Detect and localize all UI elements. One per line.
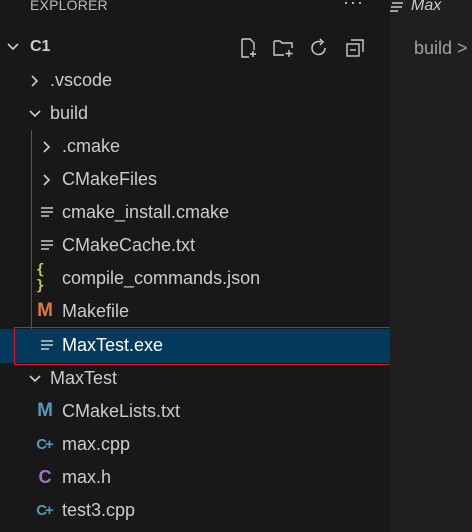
tree-item-cmakefiles[interactable]: CMakeFiles <box>0 163 390 196</box>
tree-item-vscode[interactable]: .vscode <box>0 64 390 97</box>
editor-area: Max build > <box>390 0 472 532</box>
text-file-icon <box>38 336 56 354</box>
tree-item-maxtest-exe[interactable]: MaxTest.exe <box>0 329 390 363</box>
chevron-right-icon[interactable] <box>28 74 42 93</box>
tree-item-cmake-folder[interactable]: .cmake <box>0 130 390 163</box>
chevron-right-icon[interactable] <box>40 173 54 192</box>
tree-item-maxtest-folder[interactable]: MaxTest <box>0 362 390 395</box>
tree-item-label: build <box>50 103 89 123</box>
tree-item-cmakelists[interactable]: M CMakeLists.txt <box>0 395 390 428</box>
tree-item-label: max.cpp <box>62 434 131 454</box>
tree-item-label: max.h <box>62 467 112 487</box>
cmake-m-icon: M <box>37 400 53 421</box>
tree-item-label: CMakeLists.txt <box>62 401 181 421</box>
makefile-icon: M <box>37 300 53 321</box>
explorer-title: EXPLORER <box>30 0 108 13</box>
folder-root-c1[interactable]: C1 <box>0 32 390 64</box>
tree-item-label: test3.cpp <box>62 500 136 520</box>
c-header-icon: C <box>38 466 52 487</box>
tree-item-label: CMakeCache.txt <box>62 235 196 255</box>
chevron-down-icon[interactable] <box>28 372 42 391</box>
tree-item-label: CMakeFiles <box>62 169 158 189</box>
tree-item-label: .cmake <box>62 136 121 156</box>
tree-item-makefile[interactable]: M Makefile <box>0 295 390 328</box>
tree-item-label: Makefile <box>62 301 130 321</box>
explorer-header: EXPLORER ··· <box>0 0 390 16</box>
new-folder-icon[interactable] <box>272 37 296 64</box>
refresh-icon[interactable] <box>308 37 330 64</box>
editor-tab-file-icon <box>390 1 404 16</box>
more-actions-icon[interactable]: ··· <box>343 0 364 13</box>
tree-item-cmakecache[interactable]: CMakeCache.txt <box>0 229 390 262</box>
tree-item-label: compile_commands.json <box>62 268 261 288</box>
root-folder-label: C1 <box>30 38 51 55</box>
tree-item-max-cpp[interactable]: C+ max.cpp <box>0 428 390 461</box>
tree-item-build[interactable]: build <box>0 97 390 130</box>
json-icon: { } <box>36 262 45 294</box>
editor-tab-title[interactable]: Max <box>411 0 441 15</box>
tree-item-label: MaxTest <box>50 368 118 388</box>
tree-item-max-h[interactable]: C max.h <box>0 461 390 494</box>
text-file-icon <box>38 236 56 254</box>
tree-item-compile-commands[interactable]: { } compile_commands.json <box>0 262 390 295</box>
tree-item-test3-cpp[interactable]: C+ test3.cpp <box>0 494 390 527</box>
tree-item-label: .vscode <box>50 70 113 90</box>
chevron-down-icon[interactable] <box>6 40 20 59</box>
chevron-right-icon[interactable] <box>40 140 54 159</box>
cpp-icon: C+ <box>36 501 54 519</box>
tree-item-label: cmake_install.cmake <box>62 202 230 222</box>
tree-item-label: MaxTest.exe <box>62 335 164 355</box>
chevron-down-icon[interactable] <box>28 107 42 126</box>
new-file-icon[interactable] <box>238 37 260 64</box>
cpp-icon: C+ <box>36 435 54 453</box>
tree-item-cmake-install[interactable]: cmake_install.cmake <box>0 196 390 229</box>
text-file-icon <box>38 203 56 221</box>
collapse-all-icon[interactable] <box>344 37 366 64</box>
breadcrumb[interactable]: build > <box>414 38 468 59</box>
explorer-panel: EXPLORER ··· C1 .vscode build .cmake CMa… <box>0 0 390 532</box>
